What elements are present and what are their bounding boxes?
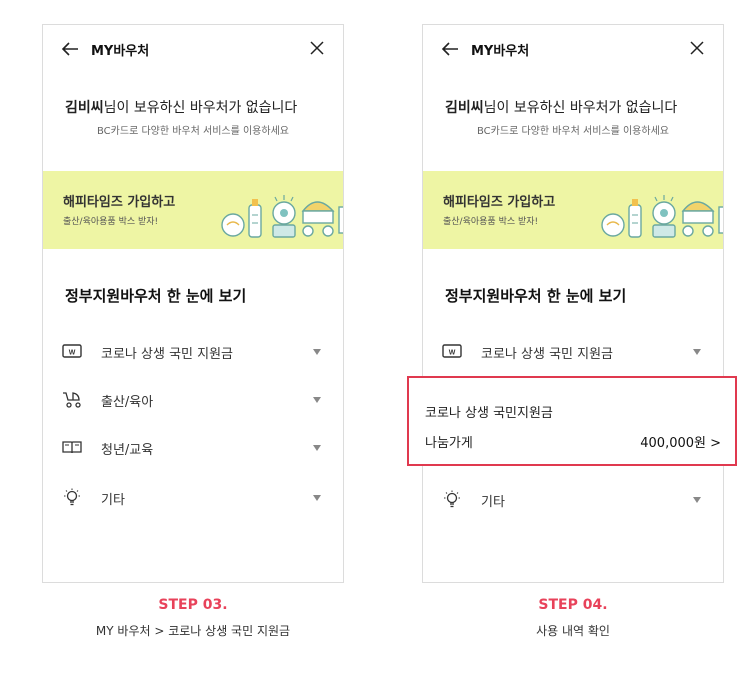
category-label: 기타 (481, 495, 505, 510)
empty-voucher-subtext: BC카드로 다양한 바우처 서비스를 이용하세요 (97, 126, 289, 137)
banner-subtitle: 출산/육아용품 박스 받자! (443, 217, 539, 227)
close-icon[interactable] (689, 40, 705, 56)
stroller-icon (63, 392, 81, 408)
empty-voucher-message: 김비씨님이 보유하신 바우처가 없습니다 (65, 97, 297, 117)
happytimes-banner[interactable]: 해피타임즈 가입하고 출산/육아용품 박스 받자! (423, 171, 723, 249)
category-label: 기타 (101, 493, 125, 508)
baby-goods-illustration (601, 195, 723, 238)
usage-detail-card[interactable]: 코로나 상생 국민지원금 나눔가게 400,000원 > (407, 376, 737, 466)
back-arrow-icon[interactable] (441, 41, 459, 57)
empty-voucher-message: 김비씨님이 보유하신 바우처가 없습니다 (445, 97, 677, 117)
caret-down-icon (313, 445, 321, 451)
caret-down-icon (313, 397, 321, 403)
user-name: 김비씨 (445, 100, 484, 116)
category-label: 청년/교육 (101, 443, 154, 458)
banner-title: 해피타임즈 가입하고 (443, 195, 556, 210)
usage-shop-name: 나눔가게 (425, 436, 473, 451)
page-title: MY바우처 (91, 44, 150, 59)
banner-title: 해피타임즈 가입하고 (63, 195, 176, 210)
category-label: 출산/육아 (101, 395, 154, 410)
lightbulb-icon (64, 488, 80, 506)
caret-down-icon (313, 349, 321, 355)
close-icon[interactable] (309, 40, 325, 56)
step-description: MY 바우처 > 코로나 상생 국민 지원금 (95, 624, 291, 638)
step-description: 사용 내역 확인 (536, 624, 610, 638)
category-label: 코로나 상생 국민 지원금 (481, 347, 613, 362)
empty-message-text: 님이 보유하신 바우처가 없습니다 (103, 100, 298, 116)
category-covid-support[interactable]: W 코로나 상생 국민 지원금 (43, 337, 343, 367)
category-label: 코로나 상생 국민 지원금 (101, 347, 233, 362)
caret-down-icon (693, 349, 701, 355)
caret-down-icon (693, 497, 701, 503)
category-covid-support[interactable]: W 코로나 상생 국민 지원금 (423, 337, 723, 367)
voucher-card-icon: W (62, 344, 82, 358)
step-label: STEP 04. (538, 597, 608, 613)
phone-screen-step-03: MY바우처 김비씨님이 보유하신 바우처가 없습니다 BC카드로 다양한 바우처… (42, 24, 344, 583)
book-icon (62, 441, 82, 454)
banner-subtitle: 출산/육아용품 박스 받자! (63, 217, 159, 227)
step-label: STEP 03. (158, 597, 228, 613)
phone-screen-step-04: MY바우처 김비씨님이 보유하신 바우처가 없습니다 BC카드로 다양한 바우처… (422, 24, 724, 583)
caret-down-icon (313, 495, 321, 501)
lightbulb-icon (444, 490, 460, 508)
category-youth-education[interactable]: 청년/교육 (43, 433, 343, 463)
empty-voucher-subtext: BC카드로 다양한 바우처 서비스를 이용하세요 (477, 126, 669, 137)
back-arrow-icon[interactable] (61, 41, 79, 57)
top-bar: MY바우처 (43, 37, 343, 61)
top-bar: MY바우처 (423, 37, 723, 61)
category-etc[interactable]: 기타 (43, 483, 343, 513)
svg-text:W: W (449, 350, 456, 357)
usage-amount-link[interactable]: 400,000원 > (640, 432, 721, 451)
category-etc[interactable]: 기타 (423, 485, 723, 515)
svg-text:W: W (69, 350, 76, 357)
baby-goods-illustration (221, 195, 343, 238)
page-title: MY바우처 (471, 44, 530, 59)
user-name: 김비씨 (65, 100, 104, 116)
section-title: 정부지원바우처 한 눈에 보기 (65, 287, 247, 305)
section-title: 정부지원바우처 한 눈에 보기 (445, 287, 627, 305)
happytimes-banner[interactable]: 해피타임즈 가입하고 출산/육아용품 박스 받자! (43, 171, 343, 249)
category-birth-childcare[interactable]: 출산/육아 (43, 385, 343, 415)
empty-message-text: 님이 보유하신 바우처가 없습니다 (483, 100, 678, 116)
voucher-card-icon: W (442, 344, 462, 358)
usage-voucher-title: 코로나 상생 국민지원금 (425, 406, 553, 421)
